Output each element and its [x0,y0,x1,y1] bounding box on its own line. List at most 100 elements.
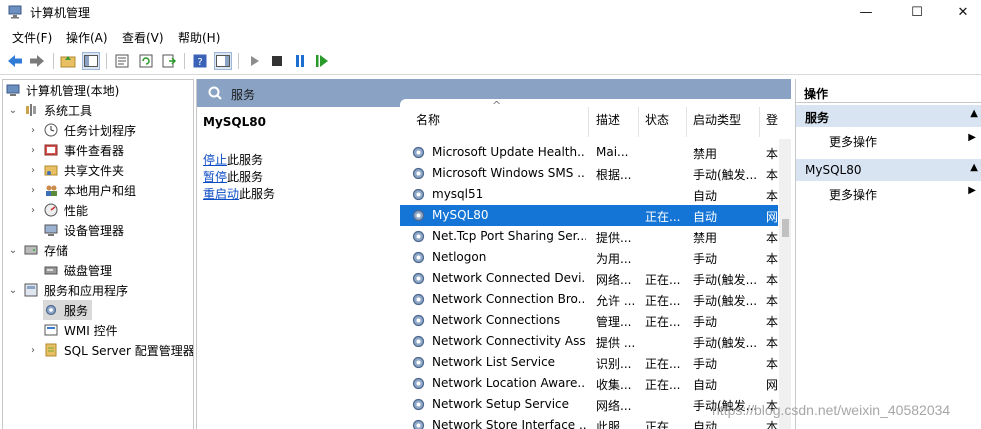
table-row[interactable]: Network List Service 识别... 正在... 手动 本 [400,352,778,373]
services-list: ^ 名称 描述 状态 启动类型 登 Microsoft Update Healt… [400,99,791,429]
chevron-right-icon[interactable]: › [27,145,39,156]
tree-item-wmi[interactable]: WMI 控件 [43,320,118,340]
table-row[interactable]: Network Connectivity Ass... 提供 ... 手动(触发..… [400,331,778,352]
refresh-icon[interactable] [137,52,155,70]
chevron-right-icon[interactable]: › [27,205,39,216]
back-arrow-icon[interactable] [6,52,24,70]
cell-logon: 本 [766,294,779,308]
minimize-button[interactable]: — [843,0,889,24]
menu-help[interactable]: 帮助(H) [178,29,220,46]
table-row[interactable]: Microsoft Windows SMS ... 根据... 手动(触发... 本 [400,163,778,184]
pause-service-action: 暂停此服务 [203,168,263,185]
event-viewer-icon [43,142,59,158]
pause-service-icon[interactable] [291,52,309,70]
collapse-arrow-icon[interactable]: ▲ [970,162,978,173]
cell-desc: 提供 ... [596,336,636,350]
properties-icon[interactable] [113,52,131,70]
watermark: https://blog.csdn.net/weixin_40582034 [712,402,951,418]
tree-item-performance[interactable]: › 性能 [27,200,88,220]
tree-item-device-manager[interactable]: 设备管理器 [43,220,124,240]
chevron-right-icon[interactable]: › [27,165,39,176]
menu-action[interactable]: 操作(A) [66,29,108,46]
cell-name: Microsoft Windows SMS ... [432,166,586,180]
column-header-status[interactable]: 状态 [645,111,669,128]
cell-startup: 手动 [693,252,718,266]
stop-service-link[interactable]: 停止 [203,153,227,167]
column-header-name[interactable]: 名称 [416,111,440,128]
chevron-down-icon[interactable]: ⌄ [7,285,19,296]
chevron-right-icon[interactable]: › [27,125,39,136]
vertical-scrollbar[interactable] [779,139,791,429]
stop-service-icon[interactable] [268,52,286,70]
table-row[interactable]: Net.Tcp Port Sharing Ser... 提供... 禁用 本 [400,226,778,247]
column-divider[interactable] [759,107,760,137]
menu-file[interactable]: 文件(F) [12,29,52,46]
computer-management-icon [8,5,22,19]
gear-icon [411,250,426,265]
tree-item-root[interactable]: 计算机管理(本地) [5,80,119,100]
toolbar-separator [184,53,185,69]
tree-item-task-scheduler[interactable]: › 任务计划程序 [27,120,136,140]
submenu-arrow-icon: ▶ [968,185,976,196]
actions-group-mysql80[interactable]: MySQL80 ▲ [796,159,981,181]
tree-item-services-apps[interactable]: ⌄ 服务和应用程序 [7,280,128,300]
cell-desc: 提供... [596,231,632,245]
table-row[interactable]: Netlogon 为用... 手动 本 [400,247,778,268]
tree-item-local-users[interactable]: › 本地用户和组 [27,180,136,200]
tree-item-storage[interactable]: ⌄ 存储 [7,240,68,260]
column-divider[interactable] [638,107,639,137]
column-divider[interactable] [588,107,589,137]
services-apps-icon [23,282,39,298]
more-actions-mysql80[interactable]: 更多操作 ▶ [796,182,981,204]
pause-service-link[interactable]: 暂停 [203,170,227,184]
column-header-startup[interactable]: 启动类型 [693,111,741,128]
collapse-arrow-icon[interactable]: ▲ [970,108,978,119]
menu-view[interactable]: 查看(V) [122,29,164,46]
action-pane-icon[interactable] [214,52,232,70]
show-hide-tree-icon[interactable] [82,52,100,70]
cell-startup: 手动 [693,357,718,371]
up-folder-icon[interactable] [59,52,77,70]
gear-icon [411,208,426,223]
cell-status: 正在... [645,210,681,224]
restart-service-suffix: 此服务 [239,187,276,201]
gear-icon [411,229,426,244]
cell-name: Network Connections [432,313,561,327]
tree-item-sql-server[interactable]: › SQL Server 配置管理器 [27,340,193,360]
chevron-right-icon[interactable]: › [27,185,39,196]
more-actions-services[interactable]: 更多操作 ▶ [796,129,981,151]
help-icon[interactable]: ? [191,52,209,70]
table-row[interactable]: Microsoft Update Health... Mai... 禁用 本 [400,142,778,163]
close-button[interactable]: ✕ [940,0,981,24]
start-service-icon[interactable] [246,52,264,70]
tree-item-shared-folders[interactable]: › 共享文件夹 [27,160,124,180]
tree-item-disk-management[interactable]: 磁盘管理 [43,260,112,280]
export-list-icon[interactable] [160,52,178,70]
table-row[interactable]: mysql51 自动 本 [400,184,778,205]
column-header-desc[interactable]: 描述 [596,111,620,128]
chevron-right-icon[interactable]: › [27,345,39,356]
restart-service-icon[interactable] [313,52,331,70]
cell-startup: 手动(触发... [693,294,757,308]
cell-startup: 禁用 [693,231,718,245]
forward-arrow-icon[interactable] [28,52,46,70]
more-actions-mysql80-label: 更多操作 [829,188,878,202]
table-row[interactable]: Network Location Aware... 收集... 正在... 自动 网 [400,373,778,394]
table-row[interactable]: Network Connected Devi... 网络... 正在... 手动(触发… [400,268,778,289]
tree-item-event-viewer[interactable]: › 事件查看器 [27,140,124,160]
tree-label-system-tools: 系统工具 [44,103,93,118]
scrollbar-thumb[interactable] [782,219,789,237]
column-header-logon[interactable]: 登 [766,111,778,128]
tree-label-services: 服务 [64,303,89,318]
table-row[interactable]: MySQL80 正在... 自动 网 [400,205,778,226]
chevron-down-icon[interactable]: ⌄ [7,105,19,116]
restart-service-link[interactable]: 重启动 [203,187,239,201]
column-divider[interactable] [686,107,687,137]
actions-group-services[interactable]: 服务 ▲ [796,105,981,127]
table-row[interactable]: Network Connection Bro... 允许 ... 正在... 手动(触… [400,289,778,310]
chevron-down-icon[interactable]: ⌄ [7,245,19,256]
tree-item-system-tools[interactable]: ⌄ 系统工具 [7,100,92,120]
table-row[interactable]: Network Connections 管理... 正在... 手动 本 [400,310,778,331]
tree-item-services[interactable]: 服务 [43,300,93,320]
maximize-button[interactable]: ☐ [894,0,940,24]
